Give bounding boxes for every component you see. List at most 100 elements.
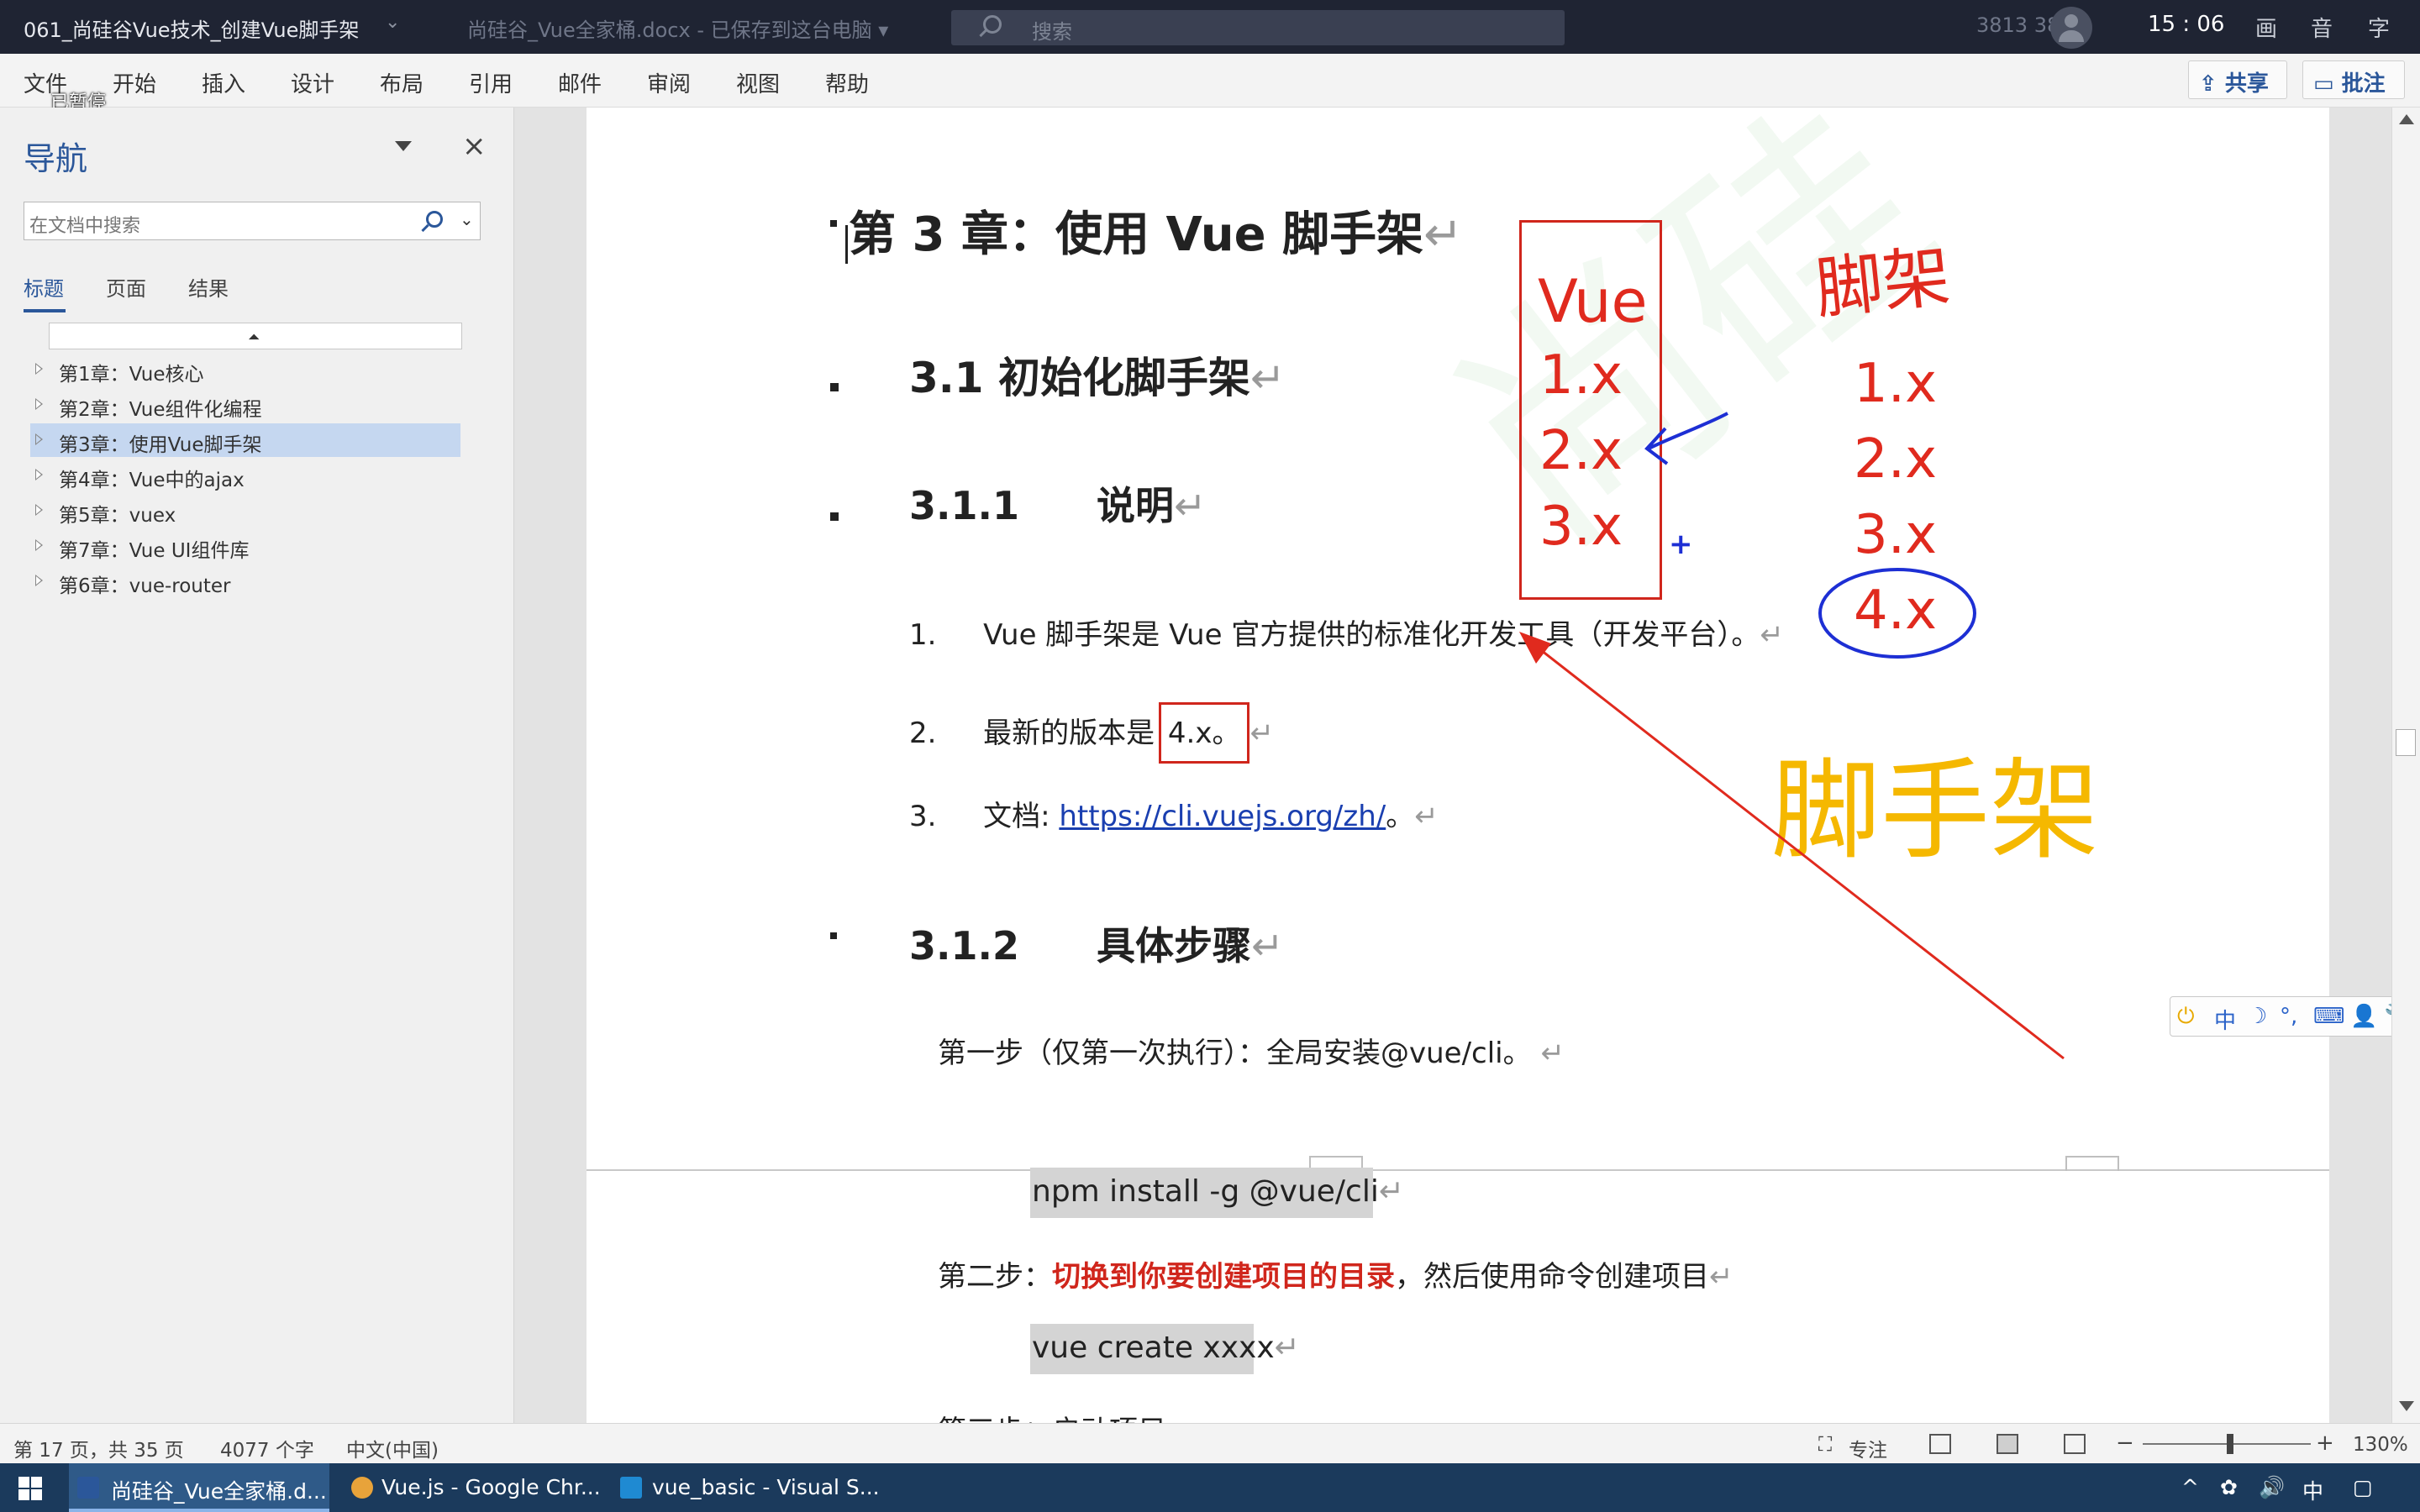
annotation-text: 2.x <box>1854 428 1937 491</box>
avatar[interactable] <box>2050 7 2092 49</box>
vertical-scrollbar[interactable] <box>2391 108 2420 1423</box>
focus-icon[interactable]: ⛶ <box>1818 1434 1832 1456</box>
expand-triangle-icon[interactable] <box>35 433 43 445</box>
heading-bullet <box>830 220 837 227</box>
document-name[interactable]: 尚硅谷_Vue全家桶.docx - 已保存到这台电脑 ▾ <box>467 13 888 43</box>
nav-heading-item[interactable]: 第2章：Vue组件化编程 <box>30 388 460 422</box>
annotation-text: 1.x <box>1539 344 1623 407</box>
focus-mode-button[interactable]: 专注 <box>1849 1434 1887 1462</box>
zoom-slider-thumb[interactable] <box>2227 1434 2233 1454</box>
tab-references[interactable]: 引用 <box>469 67 513 98</box>
step-paragraph-partial[interactable]: 第三步：启动项目 <box>938 1408 1166 1423</box>
web-layout-icon[interactable] <box>2064 1434 2086 1454</box>
language-indicator[interactable]: 中文(中国) <box>346 1434 439 1462</box>
subsection-heading[interactable]: 3.1.2 具体步骤↵ <box>909 916 1284 971</box>
windows-start-icon[interactable] <box>18 1477 42 1500</box>
share-button[interactable]: ⇪ 共享 <box>2188 60 2287 99</box>
ime-moon-icon[interactable]: ☽ <box>2248 1004 2267 1029</box>
taskbar-word[interactable]: 尚硅谷_Vue全家桶.d... <box>69 1463 329 1512</box>
comment-icon: ▭ <box>2313 71 2334 97</box>
expand-triangle-icon[interactable] <box>35 504 43 516</box>
taskbar-chrome[interactable]: Vue.js - Google Chr... <box>339 1463 602 1512</box>
expand-triangle-icon[interactable] <box>35 575 43 586</box>
chapter-heading[interactable]: 第 3 章：使用 Vue 脚手架↵ <box>849 197 1463 265</box>
nav-heading-item-selected[interactable]: 第3章：使用Vue脚手架 <box>30 423 460 457</box>
tray-app-icon[interactable]: ✿ <box>2220 1475 2238 1499</box>
expand-triangle-icon[interactable] <box>35 539 43 551</box>
chrome-app-icon <box>351 1477 373 1499</box>
tab-insert[interactable]: 插入 <box>202 67 245 98</box>
list-number: 1. <box>909 618 937 652</box>
section-heading[interactable]: 3.1 初始化脚手架↵ <box>909 344 1286 405</box>
quick-access-chevron-icon[interactable]: ⌄ <box>385 12 400 33</box>
title-search-box[interactable]: 搜索 <box>951 10 1565 45</box>
zoom-out-button[interactable]: − <box>2116 1431 2134 1456</box>
scroll-down-icon[interactable] <box>2399 1401 2414 1411</box>
tab-results[interactable]: 结果 <box>188 272 229 302</box>
word-count[interactable]: 4077 个字 <box>220 1434 314 1462</box>
page-count[interactable]: 第 17 页，共 35 页 <box>13 1434 184 1462</box>
scroll-up-icon[interactable] <box>2399 114 2414 124</box>
tray-chevron-up-icon[interactable]: ^ <box>2181 1475 2199 1499</box>
ime-keyboard-icon[interactable]: ⌨ <box>2313 1004 2345 1029</box>
subsection-heading[interactable]: 3.1.1 说明↵ <box>909 475 1207 531</box>
tab-help[interactable]: 帮助 <box>825 67 869 98</box>
expand-triangle-icon[interactable] <box>35 363 43 375</box>
list-item[interactable]: 3. 文档: https://cli.vuejs.org/zh/。↵ <box>909 793 1439 834</box>
list-item[interactable]: 2. 最新的版本是 4.x。 ↵ <box>909 702 1274 764</box>
expand-triangle-icon[interactable] <box>35 469 43 480</box>
nav-heading-item[interactable]: 第7章：Vue UI组件库 <box>30 529 460 563</box>
nav-heading-item[interactable]: 第6章：vue-router <box>30 564 460 598</box>
zoom-in-button[interactable]: + <box>2316 1431 2334 1456</box>
caption-toggle[interactable]: 字 <box>2368 12 2390 43</box>
read-mode-icon[interactable] <box>1929 1434 1951 1454</box>
ime-toolbar[interactable]: ⏻ 中 ☽ °, ⌨ 👤 🔧 <box>2170 996 2420 1037</box>
collapse-all-button[interactable]: ⏶ <box>49 323 462 349</box>
nav-search-placeholder: 在文档中搜索 <box>29 216 141 237</box>
code-text: npm install -g @vue/cli <box>1032 1174 1379 1209</box>
ime-language-toggle[interactable]: 中 <box>2214 1004 2236 1035</box>
expand-triangle-icon[interactable] <box>35 398 43 410</box>
nav-heading-item[interactable]: 第1章：Vue核心 <box>30 353 460 386</box>
chevron-down-icon[interactable]: ⌄ <box>460 209 474 229</box>
taskbar-vscode[interactable]: vue_basic - Visual S... <box>612 1463 880 1512</box>
tab-home[interactable]: 开始 <box>113 67 156 98</box>
list-item[interactable]: 1. Vue 脚手架是 Vue 官方提供的标准化开发工具（开发平台）。↵ <box>909 612 1784 653</box>
code-block[interactable]: npm install -g @vue/cli↵ <box>1030 1168 1404 1218</box>
tray-ime-indicator[interactable]: 中 <box>2302 1475 2323 1505</box>
scroll-thumb[interactable] <box>2396 729 2416 756</box>
nav-options-dropdown-icon[interactable] <box>395 141 412 151</box>
tab-pages[interactable]: 页面 <box>106 272 146 302</box>
ime-user-icon[interactable]: 👤 <box>2350 1004 2377 1029</box>
step-paragraph[interactable]: 第一步（仅第一次执行）：全局安装@vue/cli。 ↵ <box>938 1030 1565 1071</box>
tab-review[interactable]: 审阅 <box>647 67 691 98</box>
tab-mailings[interactable]: 邮件 <box>558 67 602 98</box>
comments-button[interactable]: ▭ 批注 <box>2302 60 2405 99</box>
annotation-text: 2.x <box>1539 420 1623 482</box>
tab-headings[interactable]: 标题 <box>24 272 64 302</box>
draw-toggle[interactable]: 画 <box>2255 12 2277 43</box>
close-icon[interactable]: × <box>462 129 487 163</box>
ime-logo-icon[interactable]: ⏻ <box>2177 1004 2195 1030</box>
notification-icon[interactable]: ▢ <box>2353 1475 2373 1499</box>
ime-punctuation-icon[interactable]: °, <box>2280 1004 2297 1029</box>
tab-view[interactable]: 视图 <box>736 67 780 98</box>
tab-layout[interactable]: 布局 <box>380 67 424 98</box>
nav-pane-title: 导航 <box>24 140 88 177</box>
volume-icon[interactable]: 🔊 <box>2259 1475 2285 1500</box>
search-icon[interactable] <box>426 211 443 228</box>
step-paragraph[interactable]: 第二步：切换到你要创建项目的目录，然后使用命令创建项目↵ <box>938 1253 1733 1294</box>
sound-toggle[interactable]: 音 <box>2311 12 2333 43</box>
tab-design[interactable]: 设计 <box>291 67 334 98</box>
code-block[interactable]: vue create xxxx↵ <box>1030 1324 1300 1374</box>
zoom-level[interactable]: 130% <box>2353 1434 2408 1456</box>
nav-heading-item[interactable]: 第5章：vuex <box>30 494 460 528</box>
version-value: 4.x。 <box>1158 702 1250 764</box>
ribbon-tabs: 文件 开始 插入 设计 布局 引用 邮件 审阅 视图 帮助 已暂停 ⇪ 共享 ▭… <box>0 54 2420 113</box>
taskbar-label: vue_basic - Visual S... <box>652 1475 880 1499</box>
nav-heading-item[interactable]: 第4章：Vue中的ajax <box>30 459 460 492</box>
step-prefix: 第二步： <box>938 1260 1052 1294</box>
nav-search-input[interactable]: 在文档中搜索 ⌄ <box>24 202 481 240</box>
print-layout-icon[interactable] <box>1996 1434 2018 1454</box>
docs-link[interactable]: https://cli.vuejs.org/zh/ <box>1059 800 1386 833</box>
